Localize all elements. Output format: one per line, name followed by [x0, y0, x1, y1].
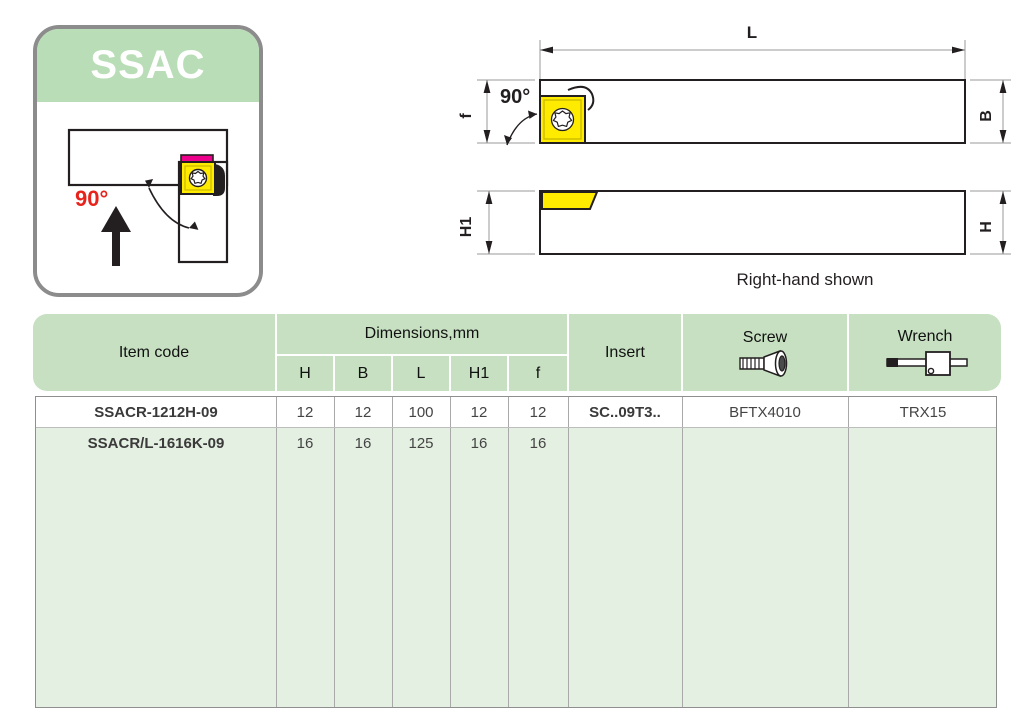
- header-dim-h1: H1: [449, 354, 507, 391]
- product-title: SSAC: [90, 43, 206, 87]
- header-dimensions: Dimensions,mm: [275, 314, 567, 354]
- table-body-fill: [36, 427, 996, 707]
- header-screw: Screw: [681, 314, 847, 391]
- drawing-caption: Right-hand shown: [736, 270, 874, 289]
- cell-b: 16: [354, 434, 372, 452]
- cell-item-code: SSACR-1212H-09: [94, 403, 218, 421]
- header-wrench-label: Wrench: [897, 327, 953, 345]
- top-view-angle-label: 90°: [500, 86, 530, 108]
- header-dim-h: H: [275, 354, 333, 391]
- col-divider-8: [848, 397, 849, 707]
- header-insert: Insert: [567, 314, 681, 391]
- cell-f: 16: [529, 434, 547, 452]
- header-dim-l: L: [391, 354, 449, 391]
- wrench-icon: [879, 348, 971, 378]
- top-view-drawing: L f 90° B: [458, 23, 1011, 146]
- cell-insert: SC..09T3..: [589, 403, 661, 421]
- cell-h: 12: [296, 403, 314, 421]
- top-view-length-label: L: [747, 23, 757, 42]
- top-view-f-label: f: [458, 113, 475, 119]
- side-view-h-label: H: [978, 221, 995, 233]
- header-dim-b: B: [333, 354, 391, 391]
- top-view-width-label: B: [978, 110, 995, 122]
- datasheet-page: SSAC 90° L f 90° B H1 H Right-hand shown…: [0, 0, 1033, 723]
- spec-table-header: Item code Dimensions,mm H B L H1 f Inser…: [33, 314, 1001, 391]
- screw-icon: [734, 349, 796, 377]
- spec-table: Item code Dimensions,mm H B L H1 f Inser…: [33, 314, 1001, 710]
- cell-l: 100: [408, 403, 434, 421]
- cell-h1: 16: [470, 434, 488, 452]
- cell-l: 125: [408, 434, 434, 452]
- cell-screw: BFTX4010: [729, 403, 801, 421]
- technical-drawings: L f 90° B H1 H Right-hand shown: [455, 18, 1025, 303]
- product-card-diagram: 90°: [37, 102, 259, 293]
- side-view-h1-label: H1: [458, 217, 475, 238]
- cell-f: 12: [529, 403, 547, 421]
- header-wrench: Wrench: [847, 314, 1001, 391]
- header-screw-label: Screw: [742, 328, 788, 346]
- spec-table-body: SSACR-1212H-09 12 12 100 12 12 SC..09T3.…: [35, 396, 997, 708]
- product-card: SSAC 90°: [33, 25, 263, 297]
- cell-item-code: SSACR/L-1616K-09: [87, 434, 225, 452]
- header-item-code: Item code: [118, 343, 190, 361]
- col-divider-6: [568, 397, 569, 707]
- col-divider-7: [682, 397, 683, 707]
- cell-h: 16: [296, 434, 314, 452]
- cell-b: 12: [354, 403, 372, 421]
- tool-geometry-svg: [67, 128, 229, 266]
- cell-h1: 12: [470, 403, 488, 421]
- side-view-drawing: H1 H: [458, 190, 1011, 255]
- card-angle-label: 90°: [75, 186, 109, 211]
- product-card-header: SSAC: [37, 29, 259, 102]
- header-dim-f: f: [507, 354, 567, 391]
- cell-wrench: TRX15: [899, 403, 947, 421]
